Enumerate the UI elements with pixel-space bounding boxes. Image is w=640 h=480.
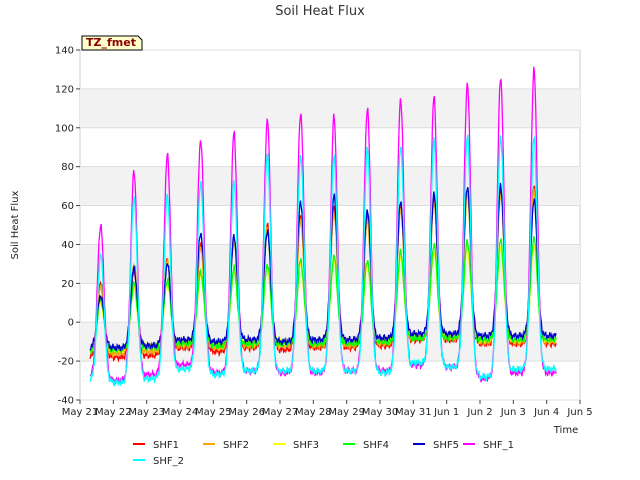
x-tick-label: May 21 xyxy=(62,407,99,418)
x-tick-label: Jun 3 xyxy=(500,407,526,418)
y-tick-label: 60 xyxy=(61,201,74,212)
x-tick-label: May 22 xyxy=(95,407,132,418)
grid-band xyxy=(80,166,580,206)
x-tick-label: May 24 xyxy=(162,407,199,418)
chart-title: Soil Heat Flux xyxy=(275,4,365,19)
x-tick-label: Jun 4 xyxy=(533,407,559,418)
x-tick-label: May 30 xyxy=(362,407,399,418)
legend-label: SHF_2 xyxy=(153,456,184,467)
y-axis-label: Soil Heat Flux xyxy=(10,190,21,259)
y-tick-label: -40 xyxy=(58,396,74,407)
legend-label: SHF_1 xyxy=(483,440,514,451)
y-tick-label: 40 xyxy=(61,240,74,251)
x-axis-ticks: May 21May 22May 23May 24May 25May 26May … xyxy=(62,400,593,418)
x-tick-label: May 23 xyxy=(128,407,165,418)
y-tick-label: 120 xyxy=(55,84,74,95)
x-tick-label: May 29 xyxy=(328,407,365,418)
legend-label: SHF1 xyxy=(153,440,179,451)
x-tick-label: Jun 2 xyxy=(466,407,492,418)
legend: SHF1 SHF2 SHF3 SHF4 SHF5 SHF_1 SHF_2 xyxy=(133,440,514,467)
y-tick-label: 100 xyxy=(55,123,74,134)
soil-heat-flux-chart: Soil Heat Flux -40-20020406080100120140 … xyxy=(10,4,593,467)
y-tick-label: 20 xyxy=(61,279,74,290)
x-tick-label: May 27 xyxy=(262,407,299,418)
tz-badge: TZ_fmet xyxy=(81,35,143,51)
x-axis-label: Time xyxy=(553,425,578,436)
legend-label: SHF4 xyxy=(363,440,389,451)
x-tick-label: May 28 xyxy=(295,407,332,418)
y-tick-label: 140 xyxy=(55,46,74,57)
y-tick-label: 80 xyxy=(61,162,74,173)
x-tick-label: May 31 xyxy=(395,407,432,418)
x-tick-label: May 25 xyxy=(195,407,232,418)
x-tick-label: May 26 xyxy=(228,407,265,418)
x-tick-label: Jun 1 xyxy=(433,407,459,418)
y-axis-ticks: -40 -20 0 20 40 60 80 100 120 140 xyxy=(55,46,80,407)
x-tick-label: Jun 5 xyxy=(566,407,592,418)
y-tick-label: 0 xyxy=(68,318,74,329)
y-tick-label: -20 xyxy=(58,357,74,368)
legend-label: SHF2 xyxy=(223,440,249,451)
badge-text: TZ_fmet xyxy=(86,36,136,49)
grid-band xyxy=(80,88,580,128)
legend-label: SHF3 xyxy=(293,440,319,451)
legend-label: SHF5 xyxy=(433,440,459,451)
